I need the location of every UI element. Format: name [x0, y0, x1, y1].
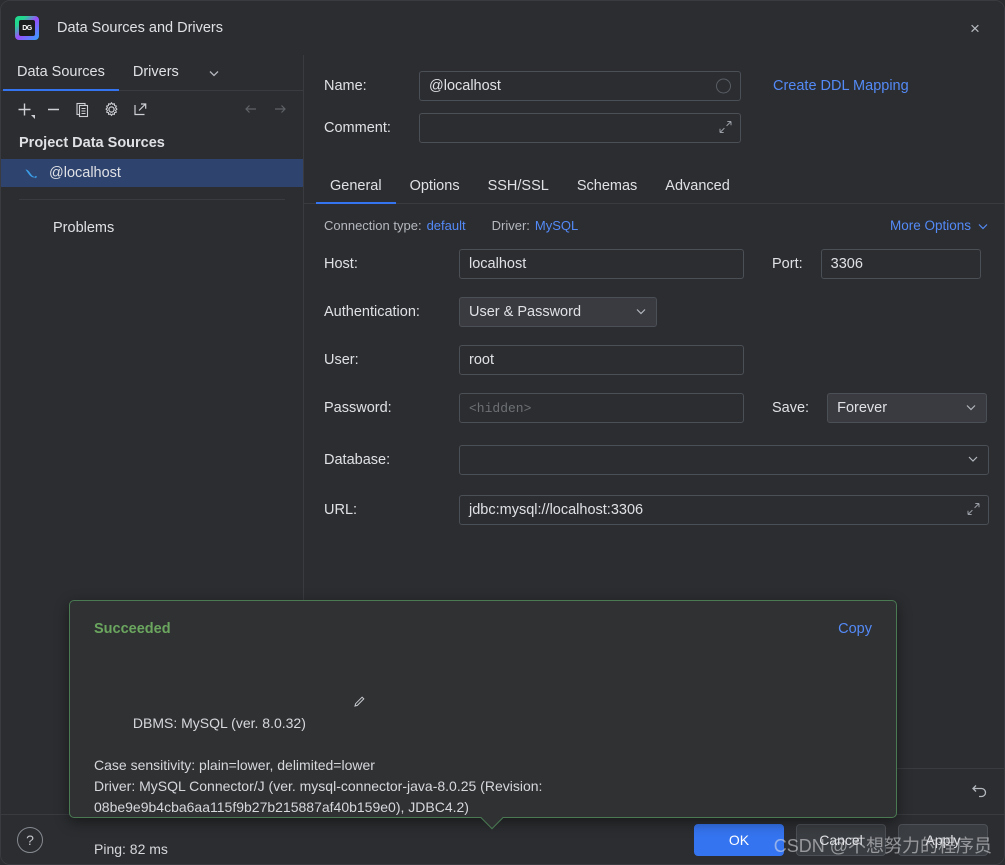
tooltip-line-ssl: SSL: yes [94, 860, 872, 864]
settings-tabs: General Options SSH/SSL Schemas Advanced [304, 169, 1004, 204]
data-sources-dialog: DG Data Sources and Drivers × Data Sourc… [0, 0, 1005, 865]
tab-ssh-ssl[interactable]: SSH/SSL [474, 169, 563, 203]
pencil-icon[interactable] [306, 672, 366, 735]
password-label: Password: [324, 400, 392, 416]
arrow-right-icon[interactable] [267, 96, 293, 122]
close-icon[interactable]: × [960, 13, 990, 43]
connection-info-bar: Connection type: default Driver: MySQL M… [304, 204, 1004, 233]
database-row: Database: [324, 445, 989, 475]
name-input[interactable]: @localhost [419, 71, 741, 101]
driver-label: Driver: [491, 218, 530, 233]
window-title: Data Sources and Drivers [57, 20, 224, 36]
database-input[interactable] [459, 445, 989, 475]
form-header: Name: @localhost Create DDL Mapping Comm… [304, 55, 1004, 155]
connection-result-tooltip: Succeeded Copy DBMS: MySQL (ver. 8.0.32)… [69, 600, 897, 864]
chevron-down-icon [623, 305, 647, 320]
arrow-left-icon[interactable] [238, 96, 264, 122]
sidebar-toolbar [1, 91, 303, 127]
comment-input[interactable] [419, 113, 741, 143]
comment-label: Comment: [324, 120, 391, 136]
help-button[interactable]: ? [17, 826, 43, 853]
user-row: User: root [324, 345, 989, 375]
more-options-button[interactable]: More Options [890, 218, 989, 233]
datagrip-icon: DG [15, 16, 39, 40]
host-label: Host: [324, 256, 358, 272]
external-link-icon[interactable] [127, 96, 153, 122]
mysql-dolphin-icon [23, 165, 39, 181]
authentication-row: Authentication: User & Password [324, 297, 989, 327]
status-badge: Succeeded [94, 621, 171, 637]
user-label: User: [324, 352, 359, 368]
port-label: Port: [772, 256, 803, 272]
tooltip-line-dbms: DBMS: MySQL (ver. 8.0.32) [94, 650, 872, 755]
connection-type-value[interactable]: default [427, 218, 466, 233]
password-placeholder: <hidden> [469, 400, 532, 416]
save-label: Save: [772, 400, 810, 416]
connection-type-label: Connection type: [324, 218, 422, 233]
copy-icon[interactable] [69, 96, 95, 122]
authentication-label: Authentication: [324, 304, 420, 320]
port-input-value: 3306 [830, 256, 863, 272]
user-input-value: root [469, 352, 494, 368]
driver-value[interactable]: MySQL [535, 218, 578, 233]
gear-icon[interactable] [98, 96, 124, 122]
tab-general[interactable]: General [316, 169, 396, 204]
title-bar: DG Data Sources and Drivers × [1, 1, 1004, 55]
url-row: URL: jdbc:mysql://localhost:3306 [324, 495, 989, 525]
tooltip-header: Succeeded Copy [94, 621, 872, 637]
host-input-value: localhost [469, 256, 527, 272]
save-select[interactable]: Forever [827, 393, 988, 423]
tooltip-body: DBMS: MySQL (ver. 8.0.32) Case sensitivi… [94, 650, 872, 864]
database-label: Database: [324, 452, 391, 468]
sidebar-item-localhost[interactable]: @localhost [1, 159, 303, 187]
tooltip-line-case: Case sensitivity: plain=lower, delimited… [94, 757, 375, 773]
host-input[interactable]: localhost [459, 249, 744, 279]
chevron-down-icon[interactable] [207, 55, 221, 90]
save-value: Forever [837, 400, 888, 416]
url-label: URL: [324, 502, 358, 518]
name-row: Name: @localhost Create DDL Mapping [324, 71, 989, 101]
apply-button[interactable]: Apply [898, 823, 988, 856]
tooltip-line-ping: Ping: 82 ms [94, 841, 168, 857]
revert-icon[interactable] [969, 779, 991, 805]
host-row: Host: localhost Port: 3306 [324, 249, 989, 279]
chevron-down-icon[interactable] [967, 453, 979, 468]
user-input[interactable]: root [459, 345, 744, 375]
authentication-select[interactable]: User & Password [459, 297, 657, 327]
tooltip-line-driver-1: Driver: MySQL Connector/J (ver. mysql-co… [94, 778, 543, 794]
expand-icon[interactable] [719, 121, 732, 136]
tab-data-sources[interactable]: Data Sources [3, 55, 119, 91]
circle-icon [716, 78, 731, 94]
tab-schemas[interactable]: Schemas [563, 169, 651, 203]
password-input[interactable]: <hidden> [459, 393, 744, 423]
connection-fields: Host: localhost Port: 3306 Authenticatio… [304, 233, 1004, 543]
create-ddl-mapping-link[interactable]: Create DDL Mapping [773, 78, 909, 94]
minus-icon[interactable] [40, 96, 66, 122]
name-label: Name: [324, 78, 367, 94]
url-value: jdbc:mysql://localhost:3306 [469, 502, 644, 518]
port-input[interactable]: 3306 [820, 249, 981, 279]
chevron-down-icon [953, 401, 977, 416]
tab-options[interactable]: Options [396, 169, 474, 203]
sidebar-tabs: Data Sources Drivers [1, 55, 303, 91]
tab-drivers[interactable]: Drivers [119, 55, 193, 90]
authentication-value: User & Password [469, 304, 582, 320]
tooltip-dbms-text: DBMS: MySQL (ver. 8.0.32) [132, 715, 306, 731]
comment-row: Comment: [324, 113, 989, 143]
password-row: Password: <hidden> Save: Forever [324, 393, 989, 423]
dialog-body: Data Sources Drivers Project Data Source… [1, 55, 1004, 864]
plus-icon[interactable] [11, 96, 37, 122]
name-input-value: @localhost [429, 78, 501, 94]
url-input[interactable]: jdbc:mysql://localhost:3306 [459, 495, 989, 525]
copy-button[interactable]: Copy [838, 621, 872, 637]
expand-icon[interactable] [967, 503, 980, 518]
sidebar-item-label: @localhost [49, 165, 121, 181]
more-options-label: More Options [889, 218, 971, 233]
group-header-project-data-sources: Project Data Sources [19, 135, 165, 151]
tab-advanced[interactable]: Advanced [651, 169, 744, 203]
chevron-down-icon [978, 223, 988, 229]
sidebar-item-problems[interactable]: Problems [1, 200, 303, 236]
